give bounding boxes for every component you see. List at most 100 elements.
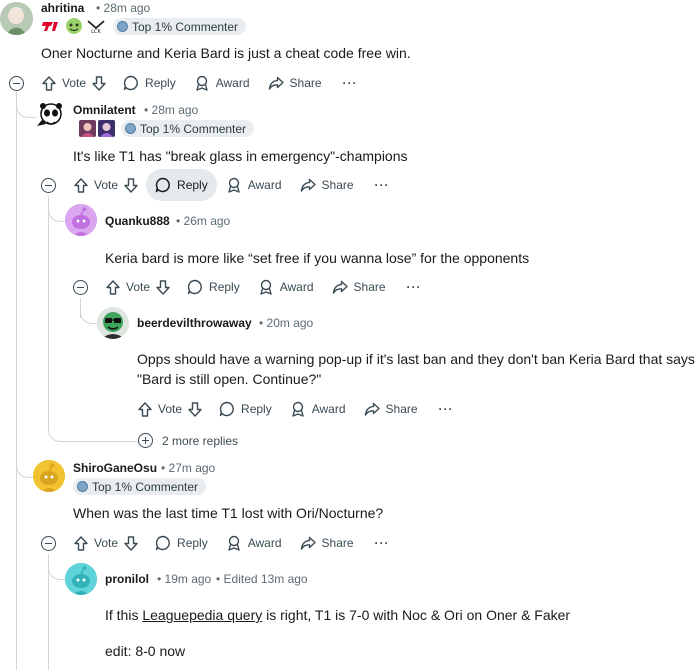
upvote-icon[interactable] xyxy=(42,75,56,91)
comment-body: If this Leaguepedia query is right, T1 i… xyxy=(105,605,570,625)
more-options-button[interactable]: ··· xyxy=(427,393,466,425)
award-button[interactable]: Award xyxy=(249,271,323,303)
award-button[interactable]: Award xyxy=(185,67,259,99)
reply-button[interactable]: Reply xyxy=(146,527,217,559)
comment-body: It's like T1 has "break glass in emergen… xyxy=(73,148,408,164)
comment-body: Oner Nocturne and Keria Bard is just a c… xyxy=(41,45,411,61)
more-options-button[interactable]: ··· xyxy=(363,169,402,201)
comment-bubble-icon xyxy=(155,177,170,193)
reply-button[interactable]: Reply xyxy=(114,67,185,99)
downvote-icon[interactable] xyxy=(188,401,202,417)
upvote-icon[interactable] xyxy=(106,279,120,295)
vote-control[interactable]: Vote xyxy=(129,393,206,425)
avatar[interactable] xyxy=(34,100,66,132)
reply-label: Reply xyxy=(177,178,208,192)
more-options-button[interactable]: ··· xyxy=(395,271,434,303)
timestamp[interactable]: • 26m ago xyxy=(176,214,230,228)
award-icon xyxy=(260,279,272,295)
timestamp[interactable]: • 20m ago xyxy=(259,316,313,330)
downvote-icon[interactable] xyxy=(124,535,138,551)
share-label: Share xyxy=(385,402,418,416)
avatar[interactable] xyxy=(65,563,97,595)
share-button[interactable]: Share xyxy=(259,67,331,99)
award-button[interactable]: Award xyxy=(217,527,291,559)
upvote-icon[interactable] xyxy=(74,177,88,193)
award-icon xyxy=(196,75,208,91)
username[interactable]: beerdevilthrowaway xyxy=(137,316,252,330)
collapse-thread-button[interactable] xyxy=(41,536,56,551)
comment-bubble-icon xyxy=(219,401,234,417)
user-flair xyxy=(79,119,115,137)
body-text-suffix: is right, T1 is 7-0 with Noc & Ori on On… xyxy=(262,607,571,623)
award-label: Award xyxy=(215,76,250,90)
reply-button[interactable]: Reply xyxy=(146,169,217,201)
share-button[interactable]: Share xyxy=(291,169,363,201)
share-button[interactable]: Share xyxy=(323,271,395,303)
leaguepedia-query-link[interactable]: Leaguepedia query xyxy=(142,607,262,623)
username[interactable]: Omnilatent xyxy=(73,103,136,117)
reply-button[interactable]: Reply xyxy=(178,271,249,303)
comment-actions: Vote Reply Award Share ··· xyxy=(33,67,370,99)
timestamp[interactable]: • 27m ago xyxy=(161,461,215,475)
champion-portrait-icon xyxy=(79,119,96,137)
username[interactable]: Quanku888 xyxy=(105,214,170,228)
share-label: Share xyxy=(321,178,354,192)
share-icon xyxy=(364,402,380,416)
badge-label: Top 1% Commenter xyxy=(140,121,247,136)
avatar[interactable] xyxy=(0,2,33,35)
avatar[interactable] xyxy=(33,460,65,492)
upvote-icon[interactable] xyxy=(138,401,152,417)
more-options-button[interactable]: ··· xyxy=(331,67,370,99)
award-button[interactable]: Award xyxy=(217,169,291,201)
badge-label: Top 1% Commenter xyxy=(92,479,199,494)
award-icon xyxy=(228,535,240,551)
timestamp[interactable]: • 28m ago xyxy=(144,103,198,117)
thread-connector xyxy=(48,200,66,222)
downvote-icon[interactable] xyxy=(156,279,170,295)
collapse-thread-button[interactable] xyxy=(41,178,56,193)
share-button[interactable]: Share xyxy=(291,527,363,559)
username[interactable]: ahritina xyxy=(41,1,84,15)
upvote-icon[interactable] xyxy=(74,535,88,551)
body-text-prefix: If this xyxy=(105,607,143,623)
downvote-icon[interactable] xyxy=(124,177,138,193)
share-button[interactable]: Share xyxy=(355,393,427,425)
award-button[interactable]: Award xyxy=(281,393,355,425)
t1-logo-icon xyxy=(41,18,63,34)
share-icon xyxy=(332,280,348,294)
edited-timestamp[interactable]: • Edited 13m ago xyxy=(216,572,308,586)
user-avatar-icon xyxy=(97,307,129,339)
vote-label: Vote xyxy=(62,76,87,90)
comment-actions: Vote Reply Award Share ··· xyxy=(129,393,466,425)
username[interactable]: ShiroGaneOsu xyxy=(73,461,157,475)
award-label: Award xyxy=(279,280,314,294)
comment-bubble-icon xyxy=(187,279,202,295)
avatar[interactable] xyxy=(97,307,129,339)
avatar[interactable] xyxy=(65,204,97,236)
collapse-thread-button[interactable] xyxy=(9,76,24,91)
reply-button[interactable]: Reply xyxy=(210,393,281,425)
timestamp[interactable]: • 19m ago xyxy=(157,572,211,586)
collapse-thread-button[interactable] xyxy=(73,280,88,295)
vote-label: Vote xyxy=(94,536,119,550)
user-avatar-icon xyxy=(0,2,33,35)
comment-body: Keria bard is more like “set free if you… xyxy=(105,250,530,266)
more-replies-link[interactable]: 2 more replies xyxy=(162,434,238,448)
snoo-avatar-icon xyxy=(65,563,97,595)
champion-portrait-icon xyxy=(98,119,115,137)
username[interactable]: pronilol xyxy=(105,572,149,586)
panda-avatar-icon xyxy=(37,103,62,126)
snoo-avatar-icon xyxy=(33,460,65,492)
vote-control[interactable]: Vote xyxy=(65,527,142,559)
snoo-avatar-icon xyxy=(65,204,97,236)
vote-control[interactable]: Vote xyxy=(97,271,174,303)
share-label: Share xyxy=(289,76,322,90)
vote-control[interactable]: Vote xyxy=(33,67,110,99)
expand-replies-icon[interactable] xyxy=(138,433,153,448)
timestamp[interactable]: • 28m ago xyxy=(96,1,150,15)
downvote-icon[interactable] xyxy=(92,75,106,91)
top-commenter-badge: Top 1% Commenter xyxy=(73,478,207,495)
award-label: Award xyxy=(247,178,282,192)
more-options-button[interactable]: ··· xyxy=(363,527,402,559)
vote-control[interactable]: Vote xyxy=(65,169,142,201)
